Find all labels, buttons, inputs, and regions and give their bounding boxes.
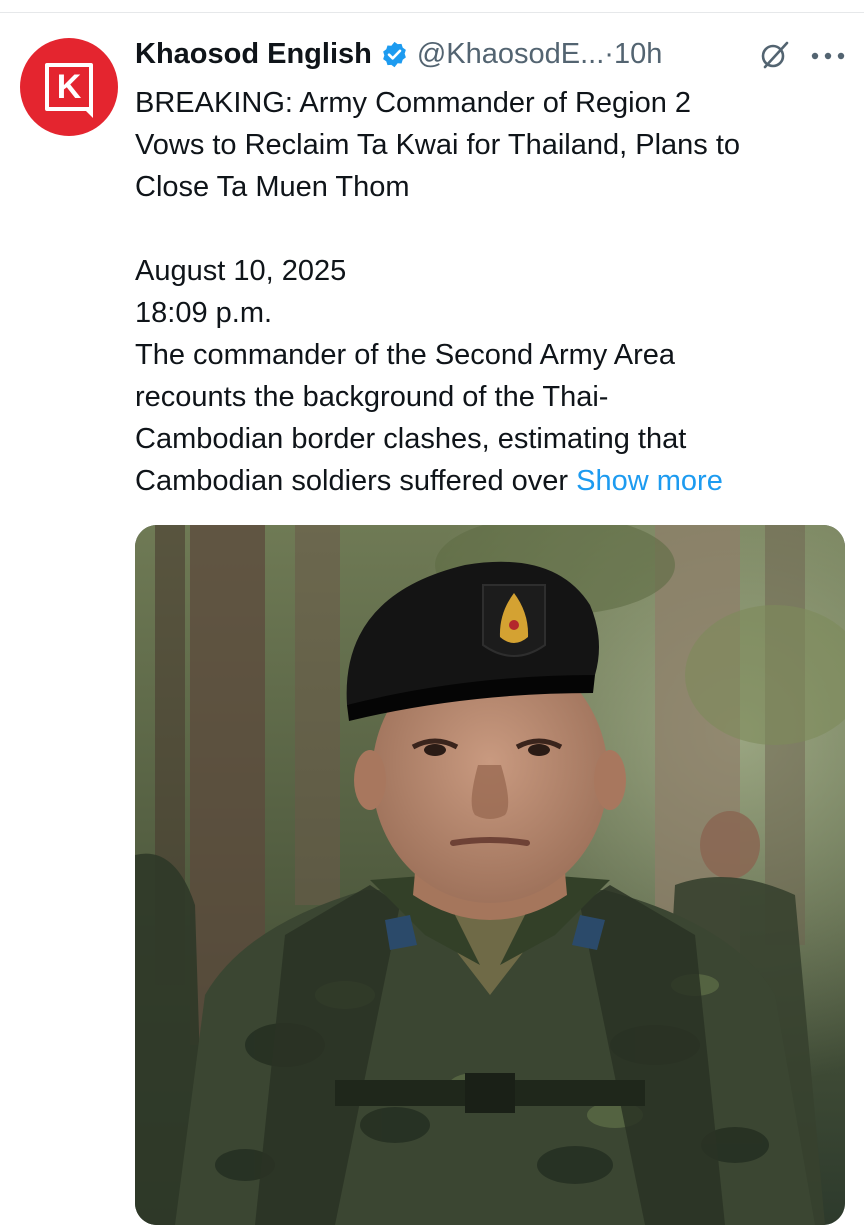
show-more-link[interactable]: Show more xyxy=(576,465,723,497)
more-icon[interactable] xyxy=(810,52,846,60)
avatar-logo: K xyxy=(45,63,93,118)
avatar[interactable]: K xyxy=(20,38,118,136)
body-line-3: Cambodian border clashes, estimating tha… xyxy=(135,423,687,455)
headline-line-2: Vows to Reclaim Ta Kwai for Thailand, Pl… xyxy=(135,129,741,161)
tweet-photo[interactable] xyxy=(135,525,845,1225)
separator-dot: · xyxy=(604,38,614,70)
headline-line-1: BREAKING: Army Commander of Region 2 xyxy=(135,87,692,119)
post-date: August 10, 2025 xyxy=(135,255,347,287)
tweet-text: BREAKING: Army Commander of Region 2 Vow… xyxy=(135,82,850,502)
post-clock: 18:09 p.m. xyxy=(135,297,273,329)
author-name[interactable]: Khaosod English xyxy=(135,32,372,76)
body-line-4-text: Cambodian soldiers suffered over xyxy=(135,465,569,497)
author-handle[interactable]: @KhaosodE... xyxy=(417,32,604,76)
avatar-letter: K xyxy=(56,68,82,106)
headline-line-3: Close Ta Muen Thom xyxy=(135,171,410,203)
body-line-2: recounts the background of the Thai- xyxy=(135,381,609,413)
verified-badge-icon xyxy=(382,41,406,67)
soldier-photo xyxy=(135,525,845,1225)
timestamp[interactable]: 10h xyxy=(614,32,662,76)
body-line-1: The commander of the Second Army Area xyxy=(135,339,675,371)
tweet-header: Khaosod English @KhaosodE... · 10h xyxy=(135,32,662,76)
body-line-4: Cambodian soldiers suffered over Show mo… xyxy=(135,460,850,502)
grok-icon[interactable] xyxy=(760,40,790,70)
top-divider xyxy=(0,12,864,13)
